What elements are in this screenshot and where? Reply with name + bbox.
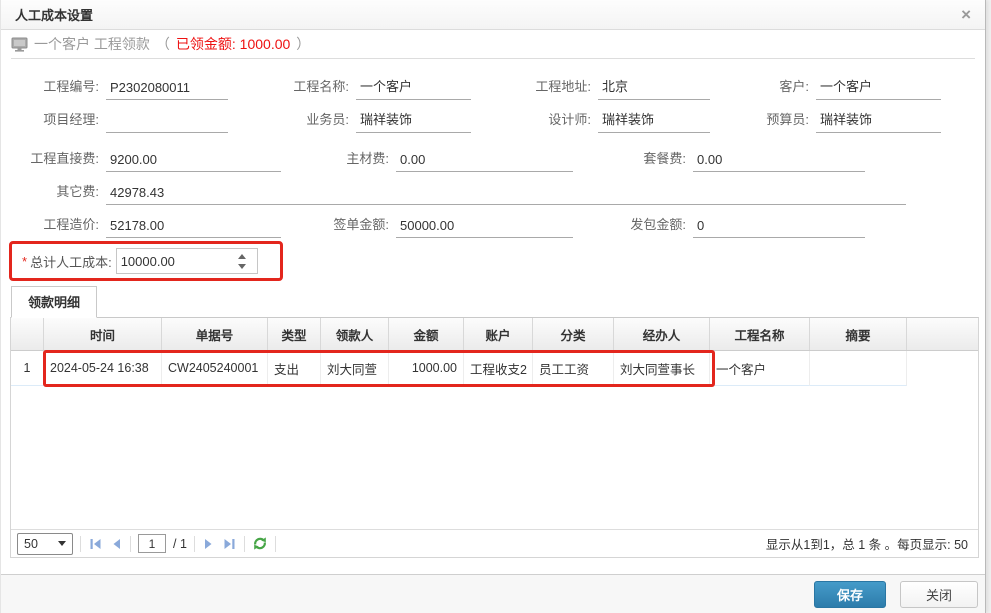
last-page-icon[interactable] (222, 537, 237, 551)
estimator-label: 预算员: (710, 109, 816, 133)
col-category[interactable]: 分类 (533, 318, 614, 350)
required-mark: * (22, 254, 27, 269)
close-button[interactable]: 关闭 (900, 581, 978, 608)
cell-operator: 刘大同萱事长 (614, 351, 710, 386)
cell-time: 2024-05-24 16:38 (44, 351, 162, 386)
contract-amount-label: 发包金额: (573, 214, 693, 238)
project-name-label: 工程名称: (228, 76, 356, 100)
direct-fee-label: 工程直接费: (11, 148, 106, 172)
cell-project-name: 一个客户 (710, 351, 810, 386)
labor-cost-label: 总计人工成本: (30, 252, 112, 271)
labor-cost-dialog: 人工成本设置 × 一个客户 工程领款 （ 已领金额: 1000.00 ） 工程编… (0, 0, 986, 613)
cell-filler (907, 351, 978, 386)
cell-type: 支出 (268, 351, 321, 386)
col-type[interactable]: 类型 (268, 318, 321, 350)
project-cost-field: 52178.00 (106, 218, 281, 238)
sign-amount-field: 50000.00 (396, 218, 573, 238)
project-cost-label: 工程造价: (11, 214, 106, 238)
col-doc-no[interactable]: 单据号 (162, 318, 268, 350)
cell-category: 员工工资 (533, 351, 614, 386)
labor-cost-input[interactable] (117, 249, 229, 273)
page-number-input[interactable] (138, 534, 166, 553)
labor-cost-spinner (116, 248, 258, 274)
project-no-field: P2302080011 (106, 80, 228, 100)
salesman-field: 瑞祥装饰 (356, 109, 471, 133)
tab-payment-detail[interactable]: 领款明细 (11, 286, 97, 318)
customer-label: 客户: (710, 76, 816, 100)
first-page-icon[interactable] (88, 537, 103, 551)
project-name-field: 一个客户 (356, 76, 471, 100)
direct-fee-field: 9200.00 (106, 152, 281, 172)
col-filler (907, 318, 978, 350)
labor-cost-highlight-box: * 总计人工成本: (9, 241, 283, 281)
other-fee-field: 42978.43 (106, 185, 906, 205)
package-fee-label: 套餐费: (573, 148, 693, 172)
page-size-value: 50 (24, 537, 38, 551)
col-index (11, 318, 44, 350)
grid-header-row: 时间 单据号 类型 领款人 金额 账户 分类 经办人 工程名称 摘要 (11, 318, 978, 351)
dialog-title: 人工成本设置 (15, 5, 93, 24)
customer-field: 一个客户 (816, 76, 941, 100)
col-operator[interactable]: 经办人 (614, 318, 710, 350)
dialog-footer: 保存 关闭 (1, 574, 985, 613)
pager-separator (194, 536, 195, 552)
project-addr-field: 北京 (598, 76, 710, 100)
summary-paren-close: ） (296, 34, 310, 54)
cell-amount: 1000.00 (389, 351, 464, 386)
salesman-label: 业务员: (228, 109, 356, 133)
col-summary[interactable]: 摘要 (810, 318, 907, 350)
cell-doc-no: CW2405240001 (162, 351, 268, 386)
cell-index: 1 (11, 351, 44, 386)
project-no-label: 工程编号: (11, 76, 106, 100)
spinner-down-icon[interactable] (238, 264, 246, 269)
pager-separator (275, 536, 276, 552)
designer-label: 设计师: (471, 109, 598, 133)
received-amount: 已领金额: 1000.00 (176, 34, 290, 54)
project-summary: 一个客户 工程领款 （ 已领金额: 1000.00 ） (11, 30, 975, 59)
select-chevron-icon (58, 541, 66, 546)
material-fee-label: 主材费: (281, 148, 396, 172)
col-account[interactable]: 账户 (464, 318, 533, 350)
spinner-up-icon[interactable] (238, 254, 246, 259)
sign-amount-label: 签单金额: (281, 214, 396, 238)
pager-bar: 50 / 1 (11, 529, 978, 557)
cell-account: 工程收支2 (464, 351, 533, 386)
pager-separator (80, 536, 81, 552)
project-form: 工程编号:P2302080011 工程名称:一个客户 工程地址:北京 客户:一个… (1, 59, 985, 238)
spinner-buttons (229, 249, 255, 273)
pager-separator (244, 536, 245, 552)
monitor-icon (11, 37, 28, 52)
designer-field: 瑞祥装饰 (598, 109, 710, 133)
col-project-name[interactable]: 工程名称 (710, 318, 810, 350)
pager-separator (130, 536, 131, 552)
col-time[interactable]: 时间 (44, 318, 162, 350)
estimator-field: 瑞祥装饰 (816, 109, 941, 133)
page-total: / 1 (173, 537, 187, 551)
save-button[interactable]: 保存 (814, 581, 886, 608)
refresh-icon[interactable] (252, 536, 268, 551)
close-icon[interactable]: × (961, 6, 971, 23)
other-fee-label: 其它费: (11, 181, 106, 205)
cell-payee: 刘大同萱 (321, 351, 389, 386)
cell-summary (810, 351, 907, 386)
dialog-titlebar: 人工成本设置 × (1, 0, 985, 30)
pm-label: 项目经理: (11, 109, 106, 133)
package-fee-field: 0.00 (693, 152, 865, 172)
material-fee-field: 0.00 (396, 152, 573, 172)
pm-field (106, 128, 228, 133)
page-size-select[interactable]: 50 (17, 533, 73, 555)
next-page-icon[interactable] (202, 537, 215, 551)
table-row[interactable]: 1 2024-05-24 16:38 CW2405240001 支出 刘大同萱 … (11, 351, 978, 386)
prev-page-icon[interactable] (110, 537, 123, 551)
payment-grid-panel: 时间 单据号 类型 领款人 金额 账户 分类 经办人 工程名称 摘要 1 202… (10, 317, 979, 558)
contract-amount-field: 0 (693, 218, 865, 238)
col-payee[interactable]: 领款人 (321, 318, 389, 350)
pager-status: 显示从1到1，总 1 条 。每页显示: 50 (766, 534, 972, 553)
summary-paren-open: （ (156, 34, 170, 54)
col-amount[interactable]: 金额 (389, 318, 464, 350)
project-addr-label: 工程地址: (471, 76, 598, 100)
summary-title: 一个客户 工程领款 (34, 34, 150, 54)
